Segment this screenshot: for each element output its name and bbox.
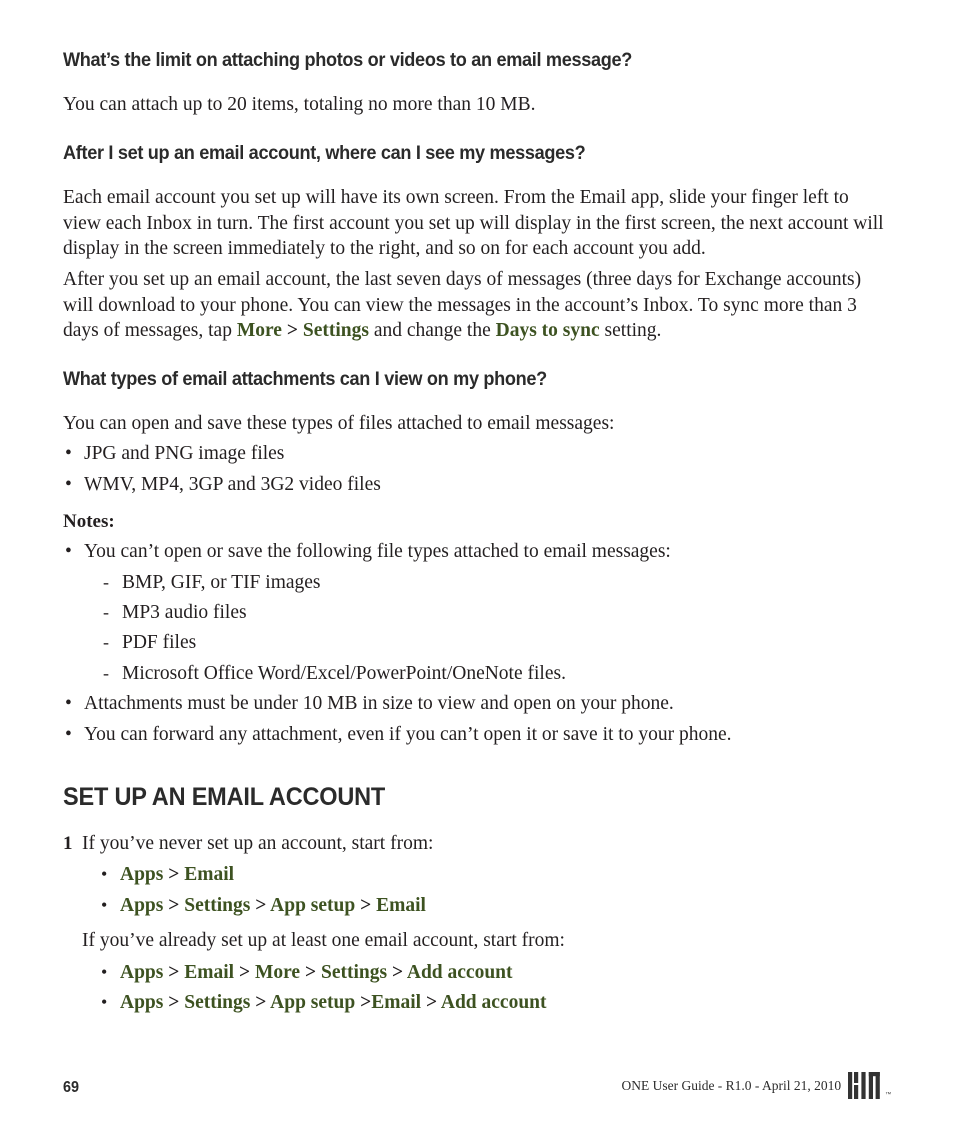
path-segment: Email	[184, 961, 235, 983]
step-text: If you’ve never set up an account, start…	[82, 833, 434, 855]
footer-guide-info: ONE User Guide - R1.0 - April 21, 2010	[621, 1078, 842, 1093]
path-separator: >	[250, 894, 271, 916]
bullet-icon: •	[65, 443, 72, 465]
faq-answer-see-messages-para1: Each email account you set up will have …	[63, 187, 884, 259]
path-separator: >	[387, 961, 407, 983]
faq-heading-see-messages: After I set up an email account, where c…	[63, 141, 586, 164]
path-separator: >	[163, 992, 185, 1014]
path-segment: Settings	[184, 992, 251, 1014]
sub-list-item-label: Microsoft Office Word/Excel/PowerPoint/O…	[122, 662, 566, 684]
document-page: What’s the limit on attaching photos or …	[0, 0, 954, 1145]
list-item: • Attachments must be under 10 MB in siz…	[65, 691, 891, 716]
bullet-icon: •	[65, 473, 72, 495]
ui-path-more: More	[236, 320, 282, 342]
step-text-already: If you’ve already set up at least one em…	[82, 930, 565, 952]
path-segment: Apps	[120, 894, 164, 916]
sub-list-item: - BMP, GIF, or TIF images	[103, 570, 891, 595]
path-segment: Apps	[120, 992, 164, 1014]
faq-answer-see-messages-para2: After you set up an email account, the l…	[63, 267, 891, 343]
path-segment: More	[254, 961, 301, 983]
path-list-item: • Apps > Settings > App setup > Email	[101, 893, 891, 918]
footer-right-group: ONE User Guide - R1.0 - April 21, 2010 ™	[621, 1072, 891, 1099]
path-segment: Settings	[184, 894, 251, 916]
bullet-icon: •	[65, 541, 72, 563]
kin-logo: ™	[848, 1072, 891, 1099]
kin-logo-mark	[848, 1072, 880, 1099]
sub-list-item-label: MP3 audio files	[122, 602, 247, 623]
bullet-icon: •	[101, 961, 108, 982]
page-footer: 69 ONE User Guide - R1.0 - April 21, 201…	[63, 1067, 891, 1099]
path-list-item: • Apps > Email	[101, 862, 891, 887]
path-separator: >	[163, 894, 185, 916]
list-item: • JPG and PNG image files	[65, 441, 891, 466]
path-separator: >	[281, 320, 303, 342]
path-separator: >	[163, 864, 185, 886]
path-segment: Apps	[120, 864, 164, 886]
path-segment: Apps	[120, 961, 164, 983]
path-segment: Email	[184, 864, 235, 886]
dash-icon: -	[103, 662, 109, 683]
page-number: 69	[63, 1079, 80, 1096]
path-separator: >	[355, 992, 372, 1014]
path-separator: >	[355, 894, 377, 916]
para2-text-b: and change the	[368, 320, 496, 342]
sub-list-item: - MP3 audio files	[103, 600, 891, 625]
faq-heading-attachment-types: What types of email attachments can I vi…	[63, 367, 547, 390]
step-number: 1	[63, 833, 73, 855]
list-item-label: You can’t open or save the following fil…	[84, 541, 671, 563]
bullet-icon: •	[101, 864, 108, 885]
list-item-label: You can forward any attachment, even if …	[84, 723, 732, 745]
path-separator: >	[234, 961, 255, 983]
path-segment: App setup	[270, 894, 356, 916]
bullet-icon: •	[101, 992, 108, 1013]
path-separator: >	[163, 961, 185, 983]
path-segment: Settings	[320, 961, 388, 983]
path-segment: Add account	[406, 961, 513, 983]
dash-icon: -	[103, 632, 109, 653]
faq-answer-attachment-limit: You can attach up to 20 items, totaling …	[63, 94, 536, 116]
path-separator: >	[250, 992, 271, 1014]
trademark-icon: ™	[885, 1092, 891, 1098]
dash-icon: -	[103, 571, 109, 592]
sub-list-item: - Microsoft Office Word/Excel/PowerPoint…	[103, 661, 891, 686]
path-segment: App setup	[270, 992, 356, 1014]
bullet-icon: •	[65, 723, 72, 745]
sub-list-item-label: BMP, GIF, or TIF images	[122, 571, 321, 593]
list-item: • You can’t open or save the following f…	[65, 539, 891, 564]
path-segment: Add account	[440, 992, 547, 1014]
list-item-label: Attachments must be under 10 MB in size …	[84, 693, 674, 715]
path-separator: >	[300, 961, 321, 983]
ui-path-apps-settings-appsetup-email-addaccount: Apps > Settings > App setup >Email > Add…	[120, 992, 547, 1013]
faq-answer-attachment-types-intro: You can open and save these types of fil…	[63, 412, 615, 434]
para2-text-c: setting.	[599, 320, 662, 342]
list-item: • WMV, MP4, 3GP and 3G2 video files	[65, 472, 891, 497]
path-separator: >	[421, 992, 441, 1014]
ui-path-apps-email-more-settings-addaccount: Apps > Email > More > Settings > Add acc…	[120, 962, 513, 983]
path-segment: Email	[371, 992, 422, 1014]
list-item: • You can forward any attachment, even i…	[65, 722, 891, 747]
ui-path-settings: Settings	[302, 320, 369, 342]
ui-path-days-to-sync: Days to sync	[495, 320, 600, 342]
notes-label: Notes:	[63, 511, 115, 533]
bullet-icon: •	[65, 693, 72, 715]
path-list-item: • Apps > Email > More > Settings > Add a…	[101, 960, 891, 985]
list-item-label: WMV, MP4, 3GP and 3G2 video files	[84, 473, 381, 495]
numbered-step: 1 If you’ve never set up an account, sta…	[63, 831, 891, 856]
list-item-label: JPG and PNG image files	[84, 443, 285, 465]
path-list-item: • Apps > Settings > App setup >Email > A…	[101, 990, 891, 1015]
faq-heading-attachment-limit: What’s the limit on attaching photos or …	[63, 49, 633, 71]
section-heading-setup-email: SET UP AN EMAIL ACCOUNT	[63, 783, 386, 812]
sub-list-item-label: PDF files	[122, 632, 197, 654]
ui-path-apps-email: Apps > Email	[120, 864, 234, 885]
sub-list-item: - PDF files	[103, 630, 891, 655]
ui-path-apps-settings-appsetup-email: Apps > Settings > App setup > Email	[120, 895, 426, 916]
path-segment: Email	[376, 894, 426, 916]
bullet-icon: •	[101, 894, 108, 915]
dash-icon: -	[103, 602, 109, 622]
